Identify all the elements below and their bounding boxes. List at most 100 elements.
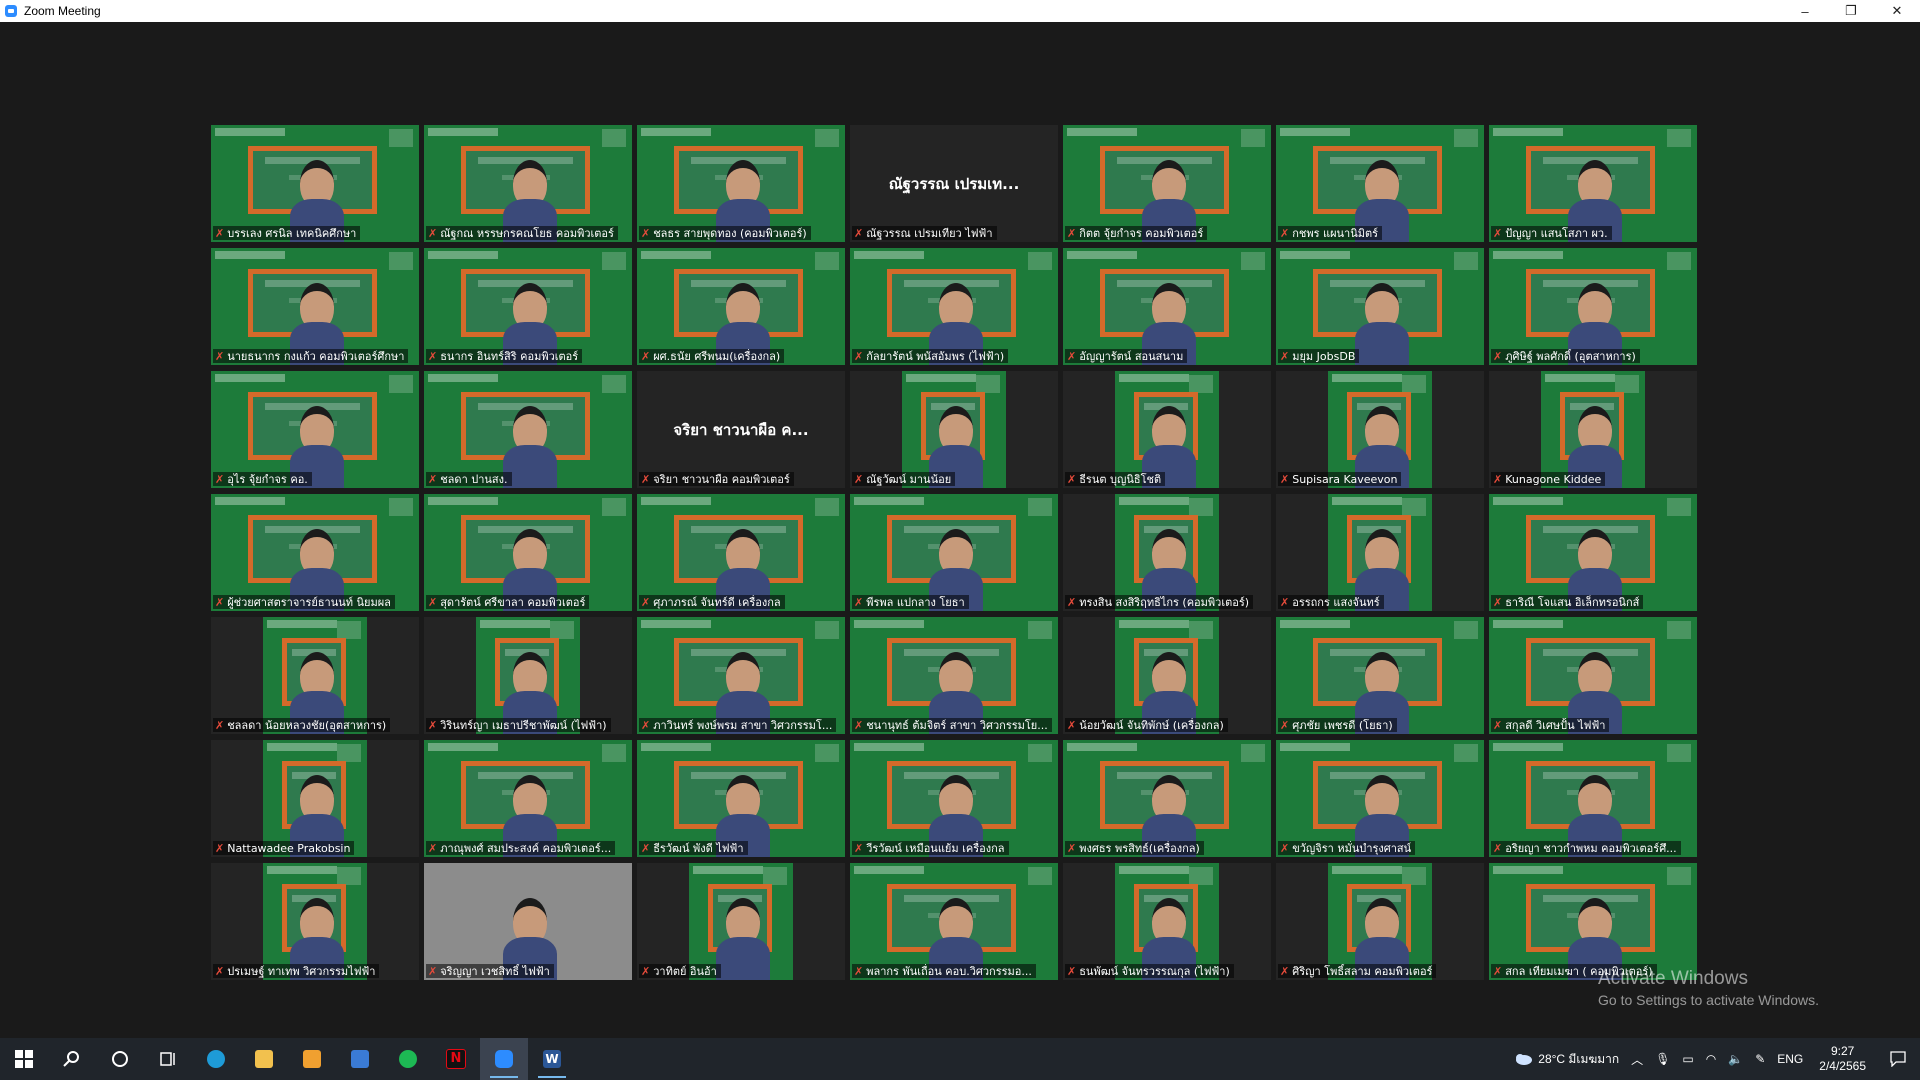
participant-tile[interactable]: ✗ ปรเมษฐ์ ทาเทพ วิศวกรรมไฟฟ้า	[211, 863, 419, 980]
participant-name: Nattawadee Prakobsin	[227, 841, 351, 855]
participant-tile[interactable]: ✗ ธีรนต บุญนิธิโชติ	[1063, 371, 1271, 488]
participant-name: ธนพัฒน์ จันทรวรรณกุล (ไฟฟ้า)	[1079, 965, 1230, 978]
participant-tile[interactable]: ✗ ชลธร สายพุดทอง (คอมพิวเตอร์)	[637, 125, 845, 242]
participant-tile[interactable]: ✗ ศุภชัย เพชรดี (โยธา)	[1276, 617, 1484, 734]
participant-tile[interactable]: ✗ อรรถกร แสงจันทร์	[1276, 494, 1484, 611]
minimize-button[interactable]: –	[1782, 0, 1828, 22]
participant-tile[interactable]: ✗ ทรงสิน สงสิริฤทธิไกร (คอมพิวเตอร์)	[1063, 494, 1271, 611]
participant-name: Supisara Kaveevon	[1292, 472, 1398, 486]
participant-name-label: ✗ ผศ.ธนัย ศรีพนม(เครื่องกล)	[639, 349, 785, 363]
microphone-tray-button[interactable]: 🎙	[1649, 1052, 1676, 1066]
participant-tile[interactable]: ✗ อัญญารัตน์ สอนสนาม	[1063, 248, 1271, 365]
muted-microphone-icon: ✗	[215, 718, 225, 732]
cortana-button[interactable]	[96, 1038, 144, 1080]
participant-tile[interactable]: ✗ กัลยารัตน์ พนัสอัมพร (ไฟฟ้า)	[850, 248, 1058, 365]
participant-tile[interactable]: ✗ อริยญา ชาวกำพหม คอมพิวเตอร์ศึ...	[1489, 740, 1697, 857]
participant-tile[interactable]: ✗ วิรินทร์ญา เมธาปรีชาพัฒน์ (ไฟฟ้า)	[424, 617, 632, 734]
participant-display-name: ณัฐวรรณ เปรมเท...	[888, 174, 1020, 193]
participant-tile[interactable]: ✗ ธนพัฒน์ จันทรวรรณกุล (ไฟฟ้า)	[1063, 863, 1271, 980]
window-titlebar: Zoom Meeting – ❐ ✕	[0, 0, 1920, 22]
participant-tile[interactable]: ✗ วาทิตย์ อินอ้า	[637, 863, 845, 980]
participant-tile[interactable]: ✗ ภาณุพงศ์ สมประสงค์ คอมพิวเตอร์...	[424, 740, 632, 857]
participant-tile[interactable]: ✗ ขวัญจิรา หมั่นบำรุงศาสน์	[1276, 740, 1484, 857]
network-tray-button[interactable]: ◠	[1700, 1052, 1722, 1066]
participant-tile[interactable]: ✗ สกล เทียมเมฆา ( คอมพิวเตอร์)	[1489, 863, 1697, 980]
participant-tile[interactable]: ✗ พีรพล แปกลาง โยธา	[850, 494, 1058, 611]
participant-tile[interactable]: ✗ บรรเลง ศรนิล เทคนิคศึกษา	[211, 125, 419, 242]
participant-tile[interactable]: ✗ ณัฐกณ หรรษกรคณโยธ คอมพิวเตอร์	[424, 125, 632, 242]
participant-name: วาทิตย์ อินอ้า	[653, 965, 717, 978]
participant-tile[interactable]: ✗ ผศ.ธนัย ศรีพนม(เครื่องกล)	[637, 248, 845, 365]
participant-gallery: ✗ บรรเลง ศรนิล เทคนิคศึกษา ✗ ณัฐกณ หรรษกรคณ…	[211, 125, 1697, 980]
word-app[interactable]: W	[528, 1038, 576, 1080]
start-button[interactable]	[0, 1038, 48, 1080]
task-view-button[interactable]	[144, 1038, 192, 1080]
participant-tile[interactable]: ✗ พงศธร พรสิทธ์(เครื่องกล)	[1063, 740, 1271, 857]
participant-tile[interactable]: ✗ พลากร พันเถื่อน คอบ.วิศวกรรมอ...	[850, 863, 1058, 980]
participant-tile[interactable]: ✗ ธาริณี โจแสน อิเล็กทรอนิกส์	[1489, 494, 1697, 611]
participant-tile[interactable]: ✗ จริญญา เวชสิทธิ์ ไฟฟ้า	[424, 863, 632, 980]
participant-tile[interactable]: ✗ อุไร จุ้ยกำจร คอ.	[211, 371, 419, 488]
restore-button[interactable]: ❐	[1828, 0, 1874, 22]
weather-widget[interactable]: 28°C มีเมฆมาก	[1507, 1050, 1625, 1069]
participant-tile[interactable]: ✗ ชลลดา น้อยหลวงชัย(อุตสาหการ)	[211, 617, 419, 734]
input-language-button[interactable]: ENG	[1771, 1052, 1809, 1066]
close-button[interactable]: ✕	[1874, 0, 1920, 22]
store-app[interactable]	[336, 1038, 384, 1080]
participant-tile[interactable]: ✗ ผู้ช่วยศาสตราจารย์ธานนท์ นิยมผล	[211, 494, 419, 611]
muted-microphone-icon: ✗	[1493, 718, 1503, 732]
edge-app[interactable]	[192, 1038, 240, 1080]
participant-name-label: ✗ น้อยวัฒน์ จันทิพักษ์ (เครื่องกล)	[1065, 718, 1228, 732]
participant-tile[interactable]: ✗ ภาวินทร์ พงษ์พรม สาขา วิศวกรรมโ...	[637, 617, 845, 734]
file-explorer-app[interactable]	[240, 1038, 288, 1080]
participant-tile[interactable]: ✗ ปัญญา แสนโสภา ผว.	[1489, 125, 1697, 242]
participant-tile[interactable]: ✗ ชลดา ปานสง.	[424, 371, 632, 488]
participant-tile[interactable]: จริยา ชาวนาผือ ค... ✗ จริยา ชาวนาผือ คอมพิ…	[637, 371, 845, 488]
participant-tile[interactable]: ✗ กิตต จุ้ยกำจร คอมพิวเตอร์	[1063, 125, 1271, 242]
participant-tile[interactable]: ✗ Kunagone Kiddee	[1489, 371, 1697, 488]
netflix-app[interactable]: N	[432, 1038, 480, 1080]
muted-microphone-icon: ✗	[1280, 349, 1290, 363]
participant-name: วีรวัฒน์ เหมือนแย้ม เครื่องกล	[866, 842, 1005, 855]
participant-tile[interactable]: ✗ สกุลดี วิเศษปั้น ไฟฟ้า	[1489, 617, 1697, 734]
muted-microphone-icon: ✗	[641, 226, 651, 240]
participant-name: บรรเลง ศรนิล เทคนิคศึกษา	[227, 227, 357, 240]
participant-tile[interactable]: ณัฐวรรณ เปรมเท... ✗ ณัฐวรรณ เปรมเทียว ไฟฟ้…	[850, 125, 1058, 242]
participant-name: ภูศิษิฐ์ พลศักดิ์ (อุตสาหการ)	[1505, 350, 1636, 363]
search-button[interactable]	[48, 1038, 96, 1080]
show-hidden-icons-button[interactable]: ︿	[1625, 1051, 1649, 1068]
media-player-app[interactable]	[288, 1038, 336, 1080]
participant-tile[interactable]: ✗ น้อยวัฒน์ จันทิพักษ์ (เครื่องกล)	[1063, 617, 1271, 734]
taskbar-clock[interactable]: 9:27 2/4/2565	[1809, 1044, 1876, 1074]
participant-tile[interactable]: ✗ ธนากร อินทร์สิริ คอมพิวเตอร์	[424, 248, 632, 365]
zoom-app-icon	[5, 5, 17, 17]
participant-name: ผศ.ธนัย ศรีพนม(เครื่องกล)	[653, 350, 781, 363]
participant-tile[interactable]: ✗ ชนานุทธ์ ต้มจิตร์ สาขา วิศวกรรมโย...	[850, 617, 1058, 734]
participant-tile[interactable]: ✗ ธีรวัฒน์ พังดี ไฟฟ้า	[637, 740, 845, 857]
activate-windows-watermark: Activate Windows Go to Settings to activ…	[1598, 968, 1819, 1008]
participant-tile[interactable]: ✗ Supisara Kaveevon	[1276, 371, 1484, 488]
muted-microphone-icon: ✗	[215, 595, 225, 609]
action-center-button[interactable]	[1876, 1051, 1920, 1067]
participant-tile[interactable]: ✗ กชพร แผนานิมิตร์	[1276, 125, 1484, 242]
pen-tray-button[interactable]: ✎	[1749, 1052, 1771, 1066]
participant-name-label: ✗ ผู้ช่วยศาสตราจารย์ธานนท์ นิยมผล	[213, 595, 395, 609]
volume-tray-button[interactable]: 🔈	[1722, 1052, 1749, 1066]
participant-tile[interactable]: ✗ ณัฐวัฒน์ มานน้อย	[850, 371, 1058, 488]
participant-tile[interactable]: ✗ ภูศิษิฐ์ พลศักดิ์ (อุตสาหการ)	[1489, 248, 1697, 365]
zoom-app[interactable]	[480, 1038, 528, 1080]
participant-name: ชลลดา น้อยหลวงชัย(อุตสาหการ)	[227, 719, 387, 732]
battery-tray-button[interactable]: ▭	[1676, 1052, 1699, 1066]
participant-tile[interactable]: ✗ วีรวัฒน์ เหมือนแย้ม เครื่องกล	[850, 740, 1058, 857]
muted-microphone-icon: ✗	[1493, 841, 1503, 855]
spotify-icon	[399, 1050, 417, 1068]
participant-tile[interactable]: ✗ มยุม JobsDB	[1276, 248, 1484, 365]
participant-tile[interactable]: ✗ ศิริญา โพธิ์สลาม คอมพิวเตอร์	[1276, 863, 1484, 980]
participant-name-label: ✗ ปัญญา แสนโสภา ผว.	[1491, 226, 1612, 240]
participant-tile[interactable]: ✗ Nattawadee Prakobsin	[211, 740, 419, 857]
participant-tile[interactable]: ✗ ศุภาภรณ์ จันทร์ดี เครื่องกล	[637, 494, 845, 611]
watermark-title: Activate Windows	[1598, 968, 1748, 989]
participant-tile[interactable]: ✗ นายธนากร กงแก้ว คอมพิวเตอร์ศึกษา	[211, 248, 419, 365]
participant-tile[interactable]: ✗ สุดารัตน์ ศรีขาลา คอมพิวเตอร์	[424, 494, 632, 611]
spotify-app[interactable]	[384, 1038, 432, 1080]
